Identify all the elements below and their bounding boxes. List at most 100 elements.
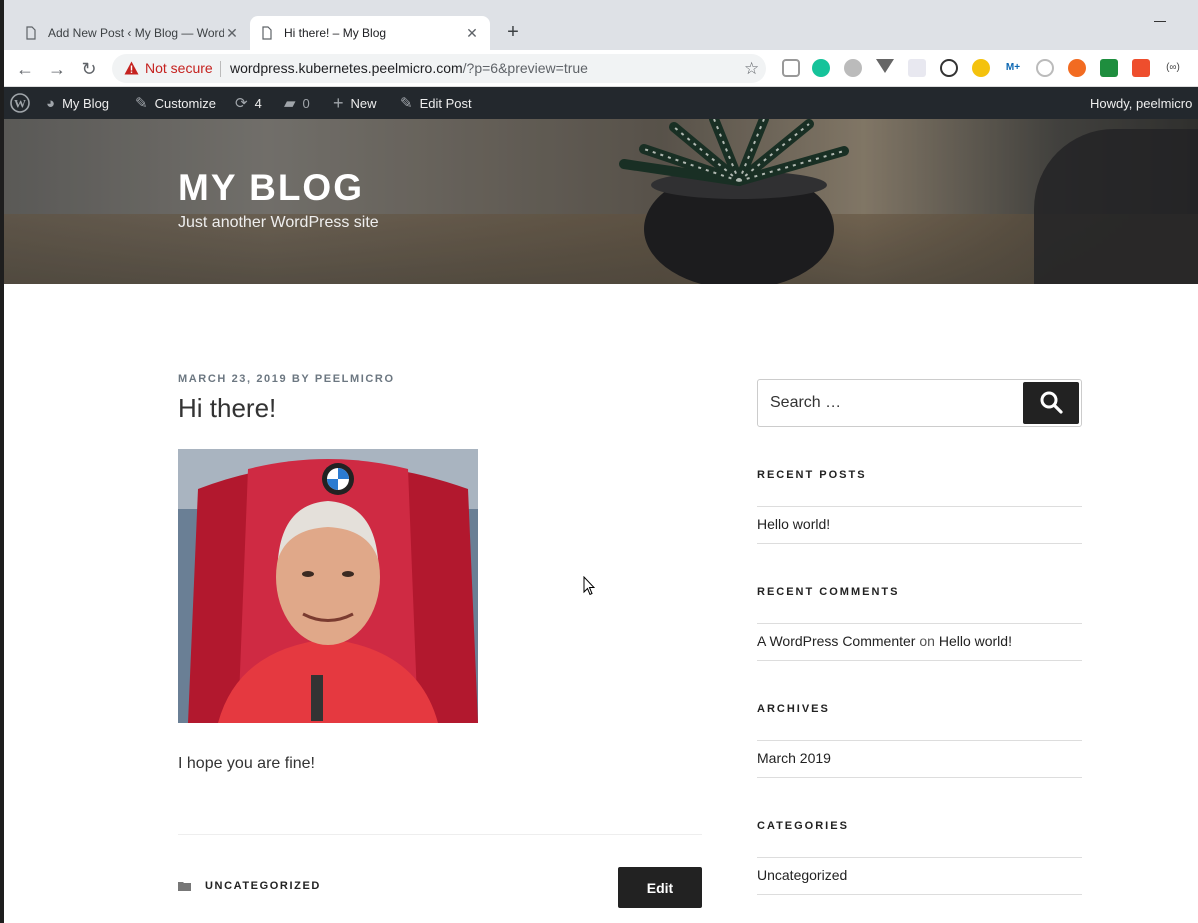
wordpress-icon: W	[10, 93, 30, 113]
comments-count: 0	[302, 95, 310, 111]
post-photo	[178, 449, 478, 723]
category-link[interactable]: UNCATEGORIZED	[205, 880, 321, 892]
search-form	[757, 379, 1082, 427]
search-input[interactable]	[758, 380, 1023, 426]
wordpress-logo-icon[interactable]: W	[10, 87, 30, 119]
post-title: Hi there!	[178, 393, 277, 423]
page-icon	[262, 26, 272, 40]
recent-post-link[interactable]: Hello world!	[757, 516, 830, 532]
page-icon	[26, 26, 36, 40]
entry-meta: MARCH 23, 2019 BY PEELMICRO	[178, 373, 395, 385]
admin-bar-comments[interactable]: ▰ 0	[284, 87, 310, 119]
site-description: Just another WordPress site	[178, 214, 379, 231]
moon-ext-icon[interactable]	[972, 59, 990, 77]
grid-ext-icon[interactable]	[908, 59, 926, 77]
not-secure-label[interactable]: Not secure	[145, 54, 213, 83]
widget-divider	[757, 740, 1082, 741]
cookie-icon[interactable]	[782, 59, 800, 77]
admin-bar-new[interactable]: + New	[333, 87, 377, 119]
site-title[interactable]: MY BLOG	[178, 167, 364, 209]
dashboard-icon: ◕	[46, 94, 56, 112]
reload-icon[interactable]: ↻	[78, 58, 100, 80]
widget-divider	[757, 543, 1082, 544]
circle-ext-icon[interactable]	[844, 59, 862, 77]
search-button[interactable]	[1023, 382, 1079, 424]
post-body: I hope you are fine!	[178, 755, 315, 772]
post-date[interactable]: MARCH 23, 2019	[178, 373, 287, 385]
edit-post-label: Edit Post	[419, 95, 472, 111]
site-header: MY BLOG Just another WordPress site	[4, 119, 1198, 284]
search-icon	[1040, 391, 1063, 414]
admin-bar-customize[interactable]: ✎ Customize	[135, 87, 216, 119]
address-bar[interactable]: Not secure wordpress.kubernetes.peelmicr…	[112, 54, 766, 83]
svg-text:W: W	[14, 97, 26, 111]
s-ext-icon[interactable]	[1132, 59, 1150, 77]
comment-on-label: on	[919, 633, 935, 649]
m-plus-icon[interactable]: M+	[1004, 59, 1022, 77]
post-author[interactable]: PEELMICRO	[315, 373, 395, 385]
warning-icon	[124, 61, 139, 75]
new-label: New	[350, 95, 377, 111]
tab-add-new-post[interactable]: Add New Post ‹ My Blog — WordPress ✕	[14, 16, 250, 50]
bookmark-star-icon[interactable]: ☆	[744, 54, 759, 83]
widget-divider	[757, 623, 1082, 624]
categories-title: CATEGORIES	[757, 820, 849, 832]
widget-divider	[757, 857, 1082, 858]
back-arrow-icon[interactable]: ←	[14, 58, 36, 80]
category-sidebar-link[interactable]: Uncategorized	[757, 867, 847, 883]
browser-tab-bar: Add New Post ‹ My Blog — WordPress ✕ Hi …	[4, 0, 1198, 50]
mouse-cursor-icon	[583, 576, 595, 596]
comment-post-link[interactable]: Hello world!	[939, 633, 1012, 649]
edit-post-button[interactable]: Edit	[618, 867, 702, 908]
howdy-label: Howdy, peelmicro	[1090, 95, 1193, 111]
updates-icon: ⟳	[235, 95, 248, 112]
by-label: BY	[291, 373, 311, 385]
minimize-window-button[interactable]	[1154, 12, 1166, 22]
entry-divider	[178, 834, 702, 835]
comment-author-link[interactable]: A WordPress Commenter	[757, 633, 915, 649]
url-text[interactable]: wordpress.kubernetes.peelmicro.com/?p=6&…	[230, 54, 588, 83]
pencil-icon: ✎	[400, 95, 413, 112]
close-icon[interactable]: ✕	[224, 25, 240, 41]
archive-link[interactable]: March 2019	[757, 750, 831, 766]
folder-icon	[178, 882, 191, 891]
tab-title: Add New Post ‹ My Blog — WordPress	[48, 26, 224, 40]
admin-bar-account[interactable]: Howdy, peelmicro	[1090, 87, 1192, 119]
wp-admin-bar: W ◕ My Blog ✎ Customize ⟳ 4 ▰ 0 + New ✎ …	[4, 87, 1198, 119]
react-icon[interactable]	[1036, 59, 1054, 77]
comment-bubble-icon: ▰	[284, 95, 296, 112]
grammarly-icon[interactable]	[812, 59, 830, 77]
code-ext-icon[interactable]	[940, 59, 958, 77]
customize-label: Customize	[154, 95, 216, 111]
tab-title: Hi there! – My Blog	[284, 26, 387, 40]
widget-divider	[757, 660, 1082, 661]
post-categories: UNCATEGORIZED	[178, 880, 321, 892]
admin-bar-site-name[interactable]: ◕ My Blog	[46, 87, 109, 119]
url-host: wordpress.kubernetes.peelmicro.com	[230, 60, 463, 76]
archives-title: ARCHIVES	[757, 703, 830, 715]
omnibox-divider	[220, 61, 221, 77]
forward-arrow-icon[interactable]: →	[46, 58, 68, 80]
browser-toolbar: ← → ↻ Not secure wordpress.kubernetes.pe…	[4, 50, 1198, 87]
widget-divider	[757, 777, 1082, 778]
green-ext-icon[interactable]	[1100, 59, 1118, 77]
new-tab-button[interactable]: +	[502, 22, 524, 44]
recent-posts-title: RECENT POSTS	[757, 469, 867, 481]
vue-devtools-icon[interactable]	[876, 59, 894, 73]
portrait-photo	[178, 449, 478, 723]
recent-comment-item: A WordPress Commenter on Hello world!	[757, 633, 1012, 649]
admin-bar-edit-post[interactable]: ✎ Edit Post	[400, 87, 472, 119]
updates-count: 4	[254, 95, 262, 111]
site-name-label: My Blog	[62, 95, 110, 111]
brush-icon: ✎	[135, 95, 148, 112]
widget-divider	[757, 506, 1082, 507]
close-icon[interactable]: ✕	[464, 25, 480, 41]
widget-divider	[757, 894, 1082, 895]
tab-hi-there[interactable]: Hi there! – My Blog ✕	[250, 16, 490, 50]
wave-ext-icon[interactable]: (∞)	[1164, 59, 1182, 77]
url-path: /?p=6&preview=true	[462, 60, 588, 76]
plus-icon: +	[333, 92, 344, 113]
recent-comments-title: RECENT COMMENTS	[757, 586, 900, 598]
admin-bar-updates[interactable]: ⟳ 4	[235, 87, 262, 119]
x-ext-icon[interactable]	[1068, 59, 1086, 77]
